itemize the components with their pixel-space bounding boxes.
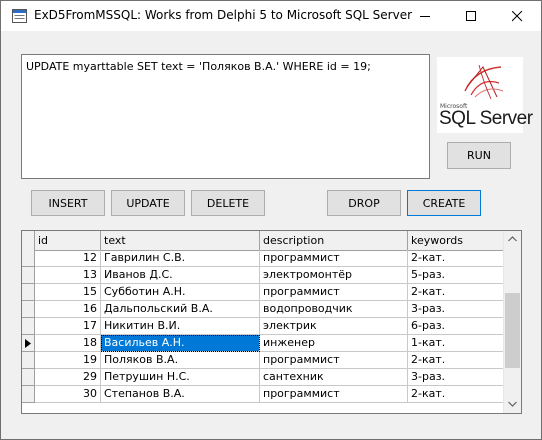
column-header-keywords[interactable]: keywords [408,231,505,250]
window-title: ExD5FromMSSQL: Works from Delphi 5 to Mi… [34,8,413,22]
table-row[interactable]: 29 Петрушин Н.С. сантехник 3-раз. [22,369,505,386]
table-row[interactable]: 17 Никитин В.И. электрик 6-раз. [22,318,505,335]
cell-text[interactable]: Петрушин Н.С. [101,369,260,386]
minimize-button[interactable] [403,1,449,31]
row-indicator[interactable] [22,369,35,386]
insert-button[interactable]: INSERT [31,190,105,216]
cell-description[interactable]: сантехник [260,369,408,386]
cell-description[interactable]: электромонтёр [260,267,408,284]
run-button[interactable]: RUN [447,142,511,169]
maximize-icon [466,11,476,21]
sql-server-logo-icon [464,64,504,100]
cell-id[interactable]: 29 [35,369,101,386]
table-row[interactable]: 13 Иванов Д.С. электромонтёр 5-раз. [22,267,505,284]
grid-body: 12 Гаврилин С.В. программист 2-кат. 13 Иванов… [22,250,505,403]
cell-description[interactable]: программист [260,352,408,369]
row-indicator[interactable] [22,352,35,369]
grid-header: id text description keywords [22,231,505,251]
cell-keywords[interactable]: 1-кат. [408,335,505,352]
cell-id[interactable]: 19 [35,352,101,369]
cell-description[interactable]: программист [260,250,408,267]
cell-text[interactable]: Гаврилин С.В. [101,250,260,267]
delete-button[interactable]: DELETE [191,190,265,216]
cell-text[interactable]: Никитин В.И. [101,318,260,335]
column-header-description[interactable]: description [260,231,408,250]
row-indicator[interactable] [22,250,35,267]
scroll-down-icon[interactable] [508,401,517,407]
scrollbar-thumb[interactable] [505,293,520,368]
cell-keywords[interactable]: 6-раз. [408,318,505,335]
row-indicator[interactable] [22,301,35,318]
close-icon [512,11,523,22]
cell-description[interactable]: инженер [260,335,408,352]
cell-keywords[interactable]: 2-кат. [408,250,505,267]
create-button[interactable]: CREATE [407,190,481,216]
row-indicator[interactable] [22,318,35,335]
column-header-id[interactable]: id [35,231,101,250]
vertical-scrollbar[interactable] [503,231,521,413]
title-bar[interactable]: ExD5FromMSSQL: Works from Delphi 5 to Mi… [1,1,541,31]
cell-text[interactable]: Дальпольский В.А. [101,301,260,318]
current-row-arrow-icon [25,339,31,348]
cell-keywords[interactable]: 2-кат. [408,352,505,369]
cell-text[interactable]: Иванов Д.С. [101,267,260,284]
cell-text[interactable]: Степанов В.А. [101,386,260,403]
cell-id[interactable]: 16 [35,301,101,318]
cell-id[interactable]: 18 [35,335,101,352]
cell-text[interactable]: Васильев А.Н. [101,335,260,352]
cell-description[interactable]: программист [260,386,408,403]
table-row[interactable]: 15 Субботин А.Н. программист 2-кат. [22,284,505,301]
app-icon [12,9,27,23]
cell-text[interactable]: Поляков В.А. [101,352,260,369]
update-button[interactable]: UPDATE [111,190,185,216]
cell-keywords[interactable]: 3-раз. [408,369,505,386]
app-window: ExD5FromMSSQL: Works from Delphi 5 to Mi… [0,0,542,440]
minimize-icon [420,16,430,17]
cell-keywords[interactable]: 5-раз. [408,267,505,284]
maximize-button[interactable] [449,1,495,31]
cell-id[interactable]: 30 [35,386,101,403]
sql-editor[interactable]: UPDATE myarttable SET text = 'Поляков В.… [21,54,430,179]
row-indicator[interactable] [22,335,35,352]
row-indicator[interactable] [22,284,35,301]
table-row[interactable]: 16 Дальпольский В.А. водопроводчик 3-раз. [22,301,505,318]
sql-server-logo: Microsoft SQL Server [437,57,533,133]
cell-keywords[interactable]: 2-кат. [408,386,505,403]
table-row[interactable]: 12 Гаврилин С.В. программист 2-кат. [22,250,505,267]
data-grid[interactable]: id text description keywords 12 Гаврилин … [21,230,522,414]
cell-description[interactable]: программист [260,284,408,301]
drop-button[interactable]: DROP [327,190,401,216]
header-indicator-cell [22,231,35,250]
cell-description[interactable]: водопроводчик [260,301,408,318]
table-row[interactable]: 18 Васильев А.Н. инженер 1-кат. [22,335,505,352]
cell-id[interactable]: 15 [35,284,101,301]
logo-product-text: SQL Server [439,108,533,129]
column-header-text[interactable]: text [101,231,260,250]
cell-id[interactable]: 13 [35,267,101,284]
cell-text[interactable]: Субботин А.Н. [101,284,260,301]
close-button[interactable] [495,1,541,31]
cell-keywords[interactable]: 2-кат. [408,284,505,301]
cell-keywords[interactable]: 3-раз. [408,301,505,318]
table-row[interactable]: 30 Степанов В.А. программист 2-кат. [22,386,505,403]
row-indicator[interactable] [22,267,35,284]
table-row[interactable]: 19 Поляков В.А. программист 2-кат. [22,352,505,369]
cell-id[interactable]: 17 [35,318,101,335]
row-indicator[interactable] [22,386,35,403]
cell-description[interactable]: электрик [260,318,408,335]
cell-id[interactable]: 12 [35,250,101,267]
scroll-up-icon[interactable] [508,236,517,242]
